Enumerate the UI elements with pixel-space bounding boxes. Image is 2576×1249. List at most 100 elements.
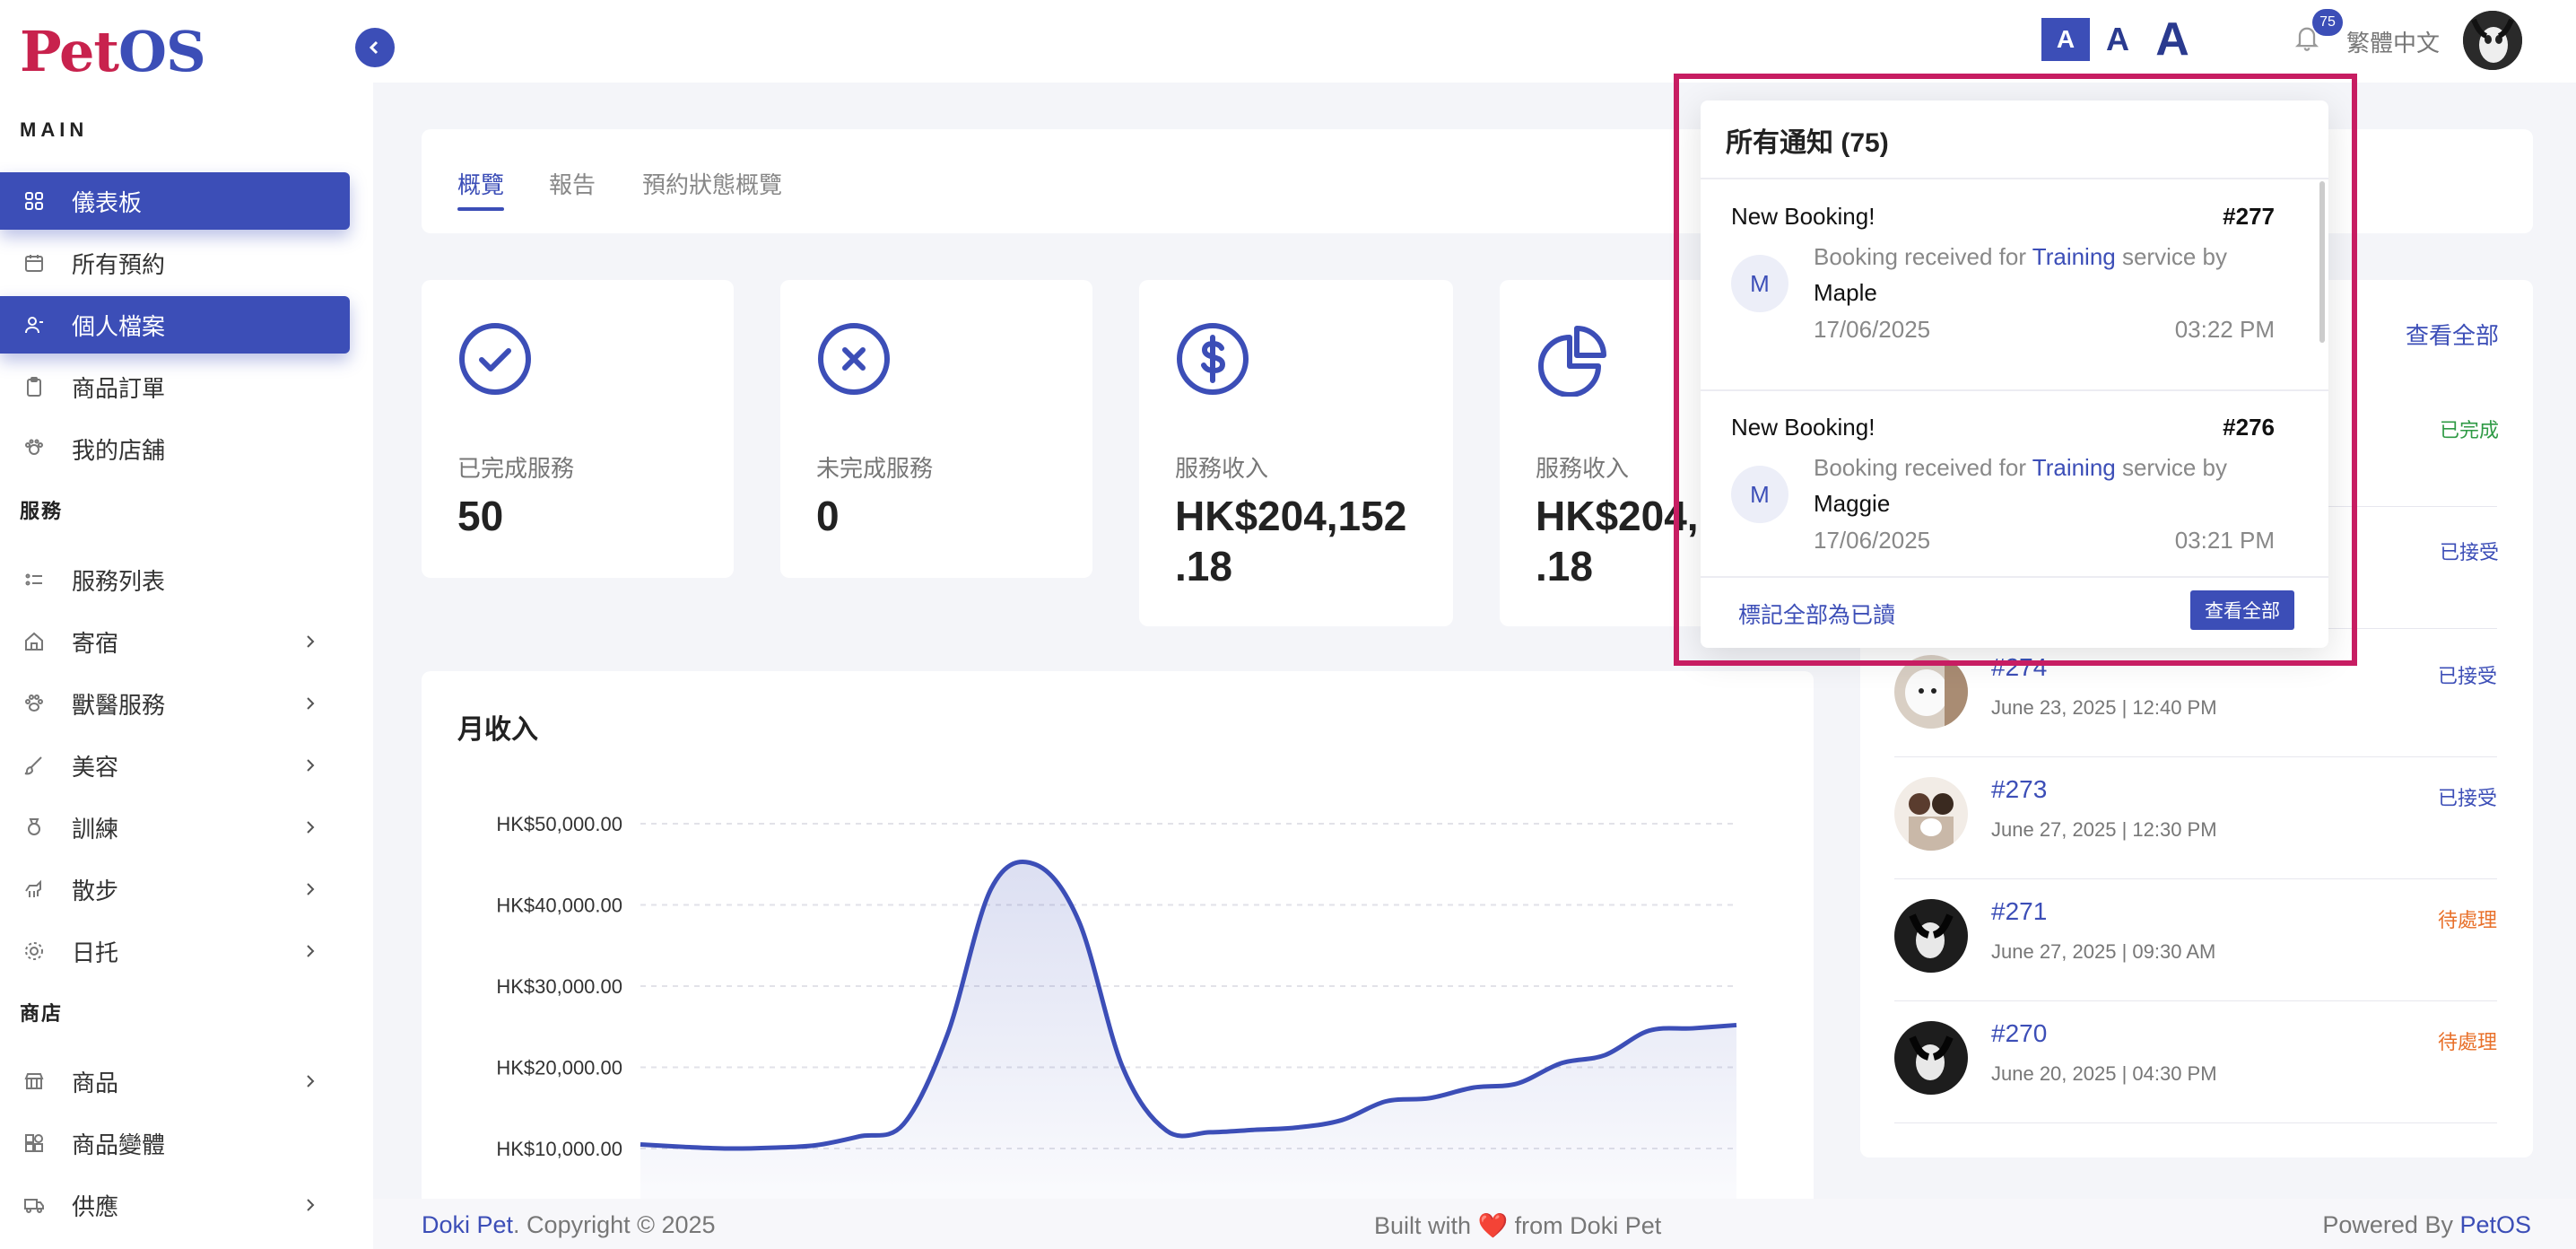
pet-photo [1894,777,1968,851]
section-title-shop: 商店 [20,1002,64,1025]
notification-title: New Booking! [1731,203,1875,230]
sidebar-item-supply[interactable]: 供應 [0,1176,350,1234]
dog-photo-icon [2463,11,2522,70]
sidebar: PetOS MAIN 儀表板 所有預約 個人檔案 商品訂單 我的店舖 服務 服務… [0,0,373,1249]
mark-all-read-link[interactable]: 標記全部為已讀 [1738,598,1895,630]
y-tick-label: HK$40,000.00 [496,895,622,917]
view-all-bookings-link[interactable]: 查看全部 [2406,318,2499,351]
sidebar-item-walking[interactable]: 散步 [0,860,350,918]
calendar-icon [25,255,43,272]
white-dog-photo-icon [1894,655,1968,729]
sidebar-item-product-variants[interactable]: 商品變體 [0,1114,350,1172]
sidebar-item-daycare[interactable]: 日托 [0,922,350,980]
variant-icon [25,1134,43,1152]
avatar: M [1731,466,1788,523]
sidebar-item-label: 寄宿 [72,629,119,657]
notifications-header: 所有通知 (75) [1726,128,1889,158]
sidebar-item-label: 個人檔案 [72,312,166,340]
tab-overview[interactable]: 概覽 [457,167,505,211]
notification-title: New Booking! [1731,414,1875,441]
sidebar-item-profile[interactable]: 個人檔案 [0,296,350,354]
stat-label: 已完成服務 [457,455,575,482]
monthly-revenue-card: 月收入 HK$50,000.00 HK$40,000.00 HK$30,000.00… [422,671,1814,1210]
font-size-large-button[interactable]: A [2145,11,2199,68]
status-badge: 已接受 [2437,665,2497,687]
notifications-scrollbar[interactable] [2319,181,2325,343]
section-title-services: 服務 [20,500,64,522]
footer-powered-by: Powered By PetOS [2322,1211,2531,1238]
status-badge: 已接受 [2437,787,2497,809]
sidebar-item-dashboard[interactable]: 儀表板 [0,172,350,230]
stat-label: 服務收入 [1536,455,1630,482]
section-title-main: MAIN [20,118,89,141]
sidebar-item-boarding[interactable]: 寄宿 [0,613,350,670]
petos-logo[interactable]: PetOS [20,18,206,86]
stat-card-service-revenue: 服務收入 HK$204,152 .18 [1139,280,1453,626]
booking-id[interactable]: #271 [1991,897,2047,926]
status-badge: 已接受 [2440,541,2500,563]
sidebar-item-grooming[interactable]: 美容 [0,737,350,794]
tab-booking-status[interactable]: 預約狀態概覽 [642,167,782,200]
footer-petos-link[interactable]: PetOS [2459,1211,2531,1238]
store-icon [25,439,43,455]
sidebar-item-label: 我的店舖 [72,436,166,464]
status-badge: 已完成 [2440,419,2500,441]
pet-photo [1894,899,1968,973]
sidebar-item-all-bookings[interactable]: 所有預約 [0,234,350,292]
user-avatar[interactable] [2463,11,2522,70]
home-icon [25,632,43,651]
paw-icon [25,694,43,712]
tab-reports[interactable]: 報告 [549,167,596,200]
medal-icon [28,818,40,835]
chevron-right-icon [307,1075,315,1087]
stat-card-incomplete: 未完成服務 0 [780,280,1092,578]
y-tick-label: HK$20,000.00 [496,1057,622,1079]
sidebar-item-label: 散步 [72,877,119,904]
booking-id[interactable]: #273 [1991,775,2047,804]
sidebar-item-label: 獸醫服務 [72,691,166,719]
booking-date: June 20, 2025 | 04:30 PM [1991,1062,2217,1085]
stat-value-line1: HK$204, [1536,493,1699,539]
sidebar-item-label: 訓練 [72,815,119,843]
sidebar-item-service-list[interactable]: 服務列表 [0,551,350,608]
language-selector[interactable]: 繁體中文 [2346,25,2440,58]
notification-date: 17/06/2025 [1814,316,1931,343]
notification-item[interactable]: New Booking! #276 M Booking received for… [1701,390,2311,566]
y-tick-label: HK$50,000.00 [496,813,622,835]
view-all-notifications-button[interactable]: 查看全部 [2190,590,2294,630]
font-size-medium-button[interactable]: A [2095,18,2140,61]
x-circle-icon [818,323,890,395]
chevron-right-icon [307,945,315,957]
pie-chart-icon [1538,326,1606,397]
stat-label: 未完成服務 [816,455,934,482]
booking-row[interactable]: #271 June 27, 2025 | 09:30 AM 待處理 [1894,878,2497,1001]
notification-date: 17/06/2025 [1814,527,1931,554]
pet-photo [1894,655,1968,729]
sidebar-collapse-button[interactable] [355,28,395,67]
notification-count-badge: 75 [2312,9,2343,36]
booking-row[interactable]: #273 June 27, 2025 | 12:30 PM 已接受 [1894,756,2497,879]
chart-area-fill [640,861,1736,1210]
booking-row[interactable]: #270 June 20, 2025 | 04:30 PM 待處理 [1894,1000,2497,1123]
chevron-right-icon [307,1199,315,1211]
sidebar-item-products[interactable]: 商品 [0,1052,350,1110]
chevron-right-icon [307,821,315,834]
stat-value-line2: .18 [1536,543,1593,590]
notification-item[interactable]: New Booking! #277 M Booking received for… [1701,179,2311,388]
list-icon [25,573,42,586]
sidebar-item-my-store[interactable]: 我的店舖 [0,420,350,477]
booking-id[interactable]: #274 [1991,653,2047,682]
sidebar-item-label: 商品 [72,1069,119,1096]
sidebar-item-training[interactable]: 訓練 [0,799,350,856]
sidebar-item-vet-services[interactable]: 獸醫服務 [0,675,350,732]
booking-id[interactable]: #270 [1991,1019,2047,1048]
footer-brand-link[interactable]: Doki Pet [422,1211,513,1238]
sidebar-item-product-orders[interactable]: 商品訂單 [0,358,350,415]
brush-icon [24,756,42,775]
chevron-right-icon [307,883,315,895]
notification-booking-number: #277 [2223,203,2275,230]
sidebar-item-label: 日托 [72,939,119,966]
booking-row[interactable]: #274 June 23, 2025 | 12:40 PM 已接受 [1894,633,2497,757]
font-size-small-button[interactable]: A [2041,18,2090,61]
dog-walk-icon [25,879,41,897]
